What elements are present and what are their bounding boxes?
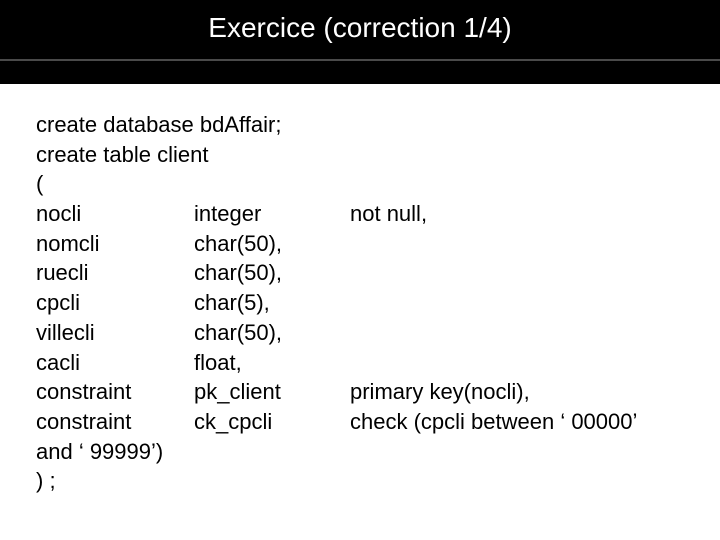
- col-name: nomcli: [36, 229, 194, 259]
- col-name: constraint: [36, 377, 194, 407]
- code-line: villecli char(50),: [36, 318, 684, 348]
- slide-content: create database bdAffair; create table c…: [0, 84, 720, 496]
- col-name: ruecli: [36, 258, 194, 288]
- code-line: and ‘ 99999’): [36, 437, 684, 467]
- slide-title: Exercice (correction 1/4): [0, 0, 720, 44]
- code-line: nocli integer not null,: [36, 199, 684, 229]
- code-line: ruecli char(50),: [36, 258, 684, 288]
- code-text: (: [36, 169, 43, 199]
- code-line: (: [36, 169, 684, 199]
- col-name: villecli: [36, 318, 194, 348]
- col-extra: [350, 288, 684, 318]
- code-line: create database bdAffair;: [36, 110, 684, 140]
- col-name: constraint: [36, 407, 194, 437]
- col-name: cacli: [36, 348, 194, 378]
- col-extra: [350, 258, 684, 288]
- col-extra: primary key(nocli),: [350, 377, 684, 407]
- code-text: create database bdAffair;: [36, 110, 281, 140]
- code-text: create table client: [36, 140, 208, 170]
- code-text: and ‘ 99999’): [36, 437, 163, 467]
- col-name: nocli: [36, 199, 194, 229]
- code-line: cacli float,: [36, 348, 684, 378]
- col-name: cpcli: [36, 288, 194, 318]
- slide-header: Exercice (correction 1/4): [0, 0, 720, 84]
- col-extra: [350, 318, 684, 348]
- col-type: integer: [194, 199, 350, 229]
- col-type: float,: [194, 348, 350, 378]
- header-divider: [0, 59, 720, 61]
- code-line: create table client: [36, 140, 684, 170]
- code-line: ) ;: [36, 466, 684, 496]
- col-type: char(50),: [194, 229, 350, 259]
- code-line: constraint ck_cpcli check (cpcli between…: [36, 407, 684, 437]
- col-extra: [350, 229, 684, 259]
- code-line: constraint pk_client primary key(nocli),: [36, 377, 684, 407]
- col-extra: check (cpcli between ‘ 00000’: [350, 407, 684, 437]
- col-type: char(5),: [194, 288, 350, 318]
- col-extra: [350, 348, 684, 378]
- code-text: ) ;: [36, 466, 56, 496]
- col-extra: not null,: [350, 199, 684, 229]
- code-line: nomcli char(50),: [36, 229, 684, 259]
- col-type: char(50),: [194, 258, 350, 288]
- col-type: pk_client: [194, 377, 350, 407]
- col-type: ck_cpcli: [194, 407, 350, 437]
- code-line: cpcli char(5),: [36, 288, 684, 318]
- col-type: char(50),: [194, 318, 350, 348]
